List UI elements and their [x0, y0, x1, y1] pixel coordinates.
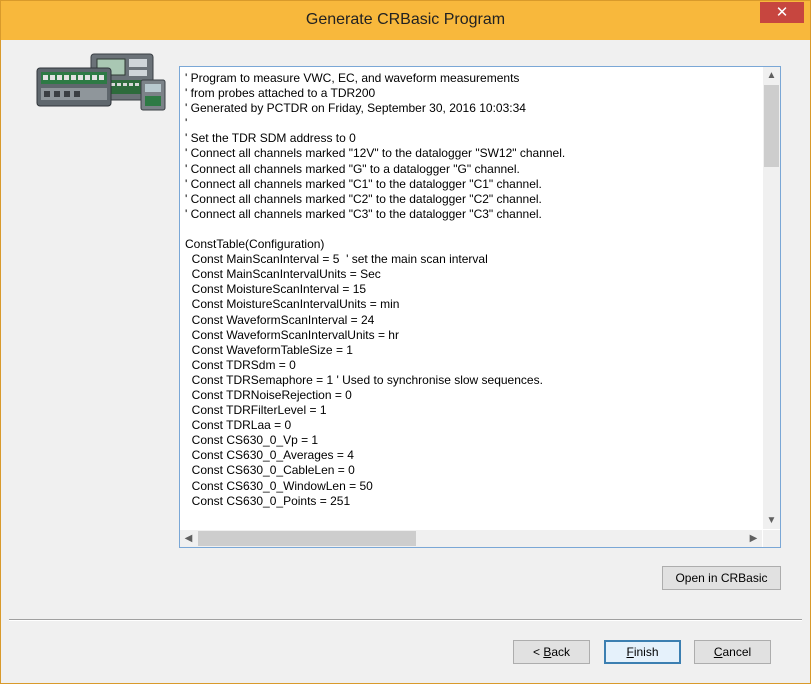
code-line: Const CS630_0_CableLen = 0: [185, 463, 355, 478]
code-line: Const TDRFilterLevel = 1: [185, 403, 327, 418]
scroll-right-icon[interactable]: ▶: [745, 530, 762, 547]
vertical-scrollbar[interactable]: ▲ ▼: [763, 67, 780, 529]
datalogger-devices-icon: [36, 53, 166, 111]
open-in-crbasic-button[interactable]: Open in CRBasic: [662, 566, 781, 590]
code-line: Const WaveformScanIntervalUnits = hr: [185, 327, 399, 342]
program-code-box[interactable]: ' Program to measure VWC, EC, and wavefo…: [179, 66, 781, 548]
code-line: ' from probes attached to a TDR200: [185, 86, 376, 101]
code-line: Const TDRNoiseRejection = 0: [185, 387, 352, 402]
code-line: Const CS630_0_Points = 251: [185, 493, 351, 508]
window-title: Generate CRBasic Program: [305, 11, 506, 28]
code-line: Const MainScanIntervalUnits = Sec: [185, 267, 381, 282]
code-line: ' Connect all channels marked "G" to a d…: [185, 161, 520, 176]
code-line: ' Set the TDR SDM address to 0: [185, 131, 356, 146]
title-bar[interactable]: Generate CRBasic Program ✕: [1, 1, 810, 40]
code-line: Const CS630_0_Averages = 4: [185, 448, 354, 463]
back-prefix: <: [532, 645, 544, 659]
code-line: ' Connect all channels marked "C2" to th…: [185, 191, 542, 206]
code-line: Const TDRSdm = 0: [185, 357, 296, 372]
vertical-scroll-thumb[interactable]: [764, 85, 779, 167]
cancel-label-rest: ancel: [722, 645, 752, 659]
back-button[interactable]: < Back: [513, 640, 590, 664]
scroll-down-icon[interactable]: ▼: [763, 512, 780, 529]
code-line: Const WaveformScanInterval = 24: [185, 312, 375, 327]
code-line: ' Connect all channels marked "C3" to th…: [185, 206, 542, 221]
code-line: Const TDRSemaphore = 1 ' Used to synchro…: [185, 372, 543, 387]
code-line: Const MainScanInterval = 5 ' set the mai…: [185, 252, 488, 267]
close-icon: ✕: [775, 4, 789, 21]
code-line: ' Connect all channels marked "C1" to th…: [185, 176, 542, 191]
code-line: Const MoistureScanInterval = 15: [185, 282, 367, 297]
code-line: Const CS630_0_WindowLen = 50: [185, 478, 373, 493]
finish-button[interactable]: Finish: [604, 640, 681, 664]
code-line: ' Connect all channels marked "12V" to t…: [185, 146, 566, 161]
code-line: ' Program to measure VWC, EC, and wavefo…: [185, 71, 520, 85]
dialog-window: Generate CRBasic Program ✕ ' Program to …: [0, 0, 811, 684]
code-line: ConstTable(Configuration): [185, 237, 325, 252]
horizontal-scrollbar[interactable]: ◀ ▶: [180, 530, 762, 547]
scroll-left-icon[interactable]: ◀: [180, 530, 197, 547]
close-button[interactable]: ✕: [760, 2, 804, 23]
code-line: ': [185, 116, 188, 131]
back-label-rest: ack: [551, 645, 571, 659]
scroll-up-icon[interactable]: ▲: [763, 67, 780, 84]
program-code-text-area[interactable]: ' Program to measure VWC, EC, and wavefo…: [180, 67, 762, 529]
code-line: ' Generated by PCTDR on Friday, Septembe…: [185, 101, 526, 116]
code-line: Const CS630_0_Vp = 1: [185, 433, 319, 448]
code-lines: ' Program to measure VWC, EC, and wavefo…: [180, 67, 762, 509]
code-line: Const WaveformTableSize = 1: [185, 342, 353, 357]
finish-label-rest: inish: [633, 645, 659, 659]
code-line: Const MoistureScanIntervalUnits = min: [185, 297, 400, 312]
cancel-button[interactable]: Cancel: [694, 640, 771, 664]
scrollbar-corner: [763, 530, 780, 547]
dialog-client-area: ' Program to measure VWC, EC, and wavefo…: [9, 40, 802, 675]
finish-mnemonic: F: [626, 645, 634, 659]
open-in-crbasic-label: Open in CRBasic: [675, 571, 768, 585]
code-line: Const TDRLaa = 0: [185, 418, 292, 433]
footer-separator: [9, 619, 802, 621]
horizontal-scroll-thumb[interactable]: [198, 531, 416, 546]
